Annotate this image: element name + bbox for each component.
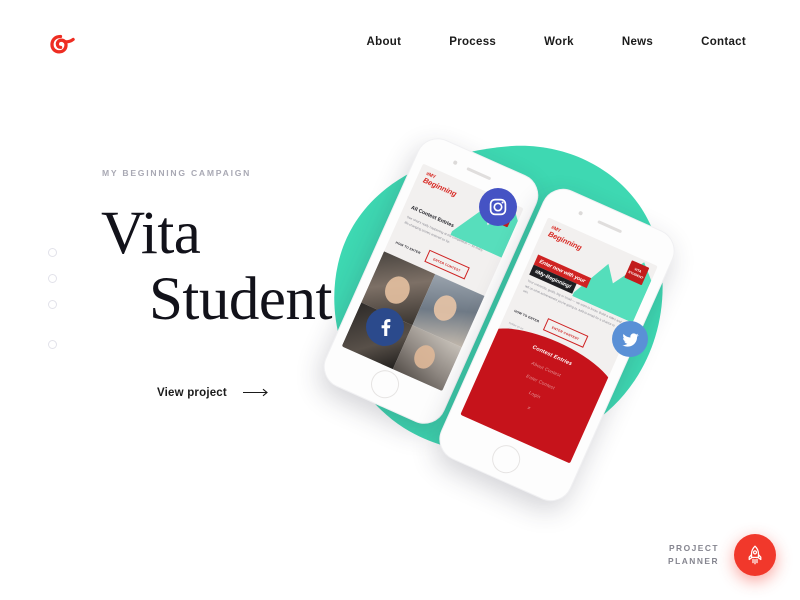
screen-menu-item-enter-contest[interactable]: Enter Contest [472,350,609,415]
nav-item-news[interactable]: News [622,30,653,54]
screen-brand-logo: #MY Beginning [546,225,585,253]
facebook-icon [381,319,391,336]
slide-dot-2[interactable] [48,274,57,283]
view-project-label: View project [157,386,227,399]
twitter-icon [621,332,639,347]
slide-dot-3[interactable] [48,300,57,309]
screen-logo-big: Beginning [546,229,583,253]
phone-speaker [597,220,623,234]
rocket-icon [748,545,762,565]
main-navigation: About Process Work News Contact [367,30,746,54]
nav-item-work[interactable]: Work [544,30,574,54]
phone-camera-icon [452,159,458,166]
phone-home-button [487,440,525,478]
social-bubble-facebook[interactable] [366,308,404,346]
brand-logo-icon [50,34,75,54]
social-bubble-twitter[interactable] [612,321,648,357]
slide-dot-1[interactable] [48,248,57,257]
hero-section: MY BEGINNING CAMPAIGN Vita Student View … [101,168,431,401]
project-planner-label-line-2: PLANNER [668,556,719,566]
nav-item-contact[interactable]: Contact [701,30,746,54]
project-planner-button[interactable] [734,534,776,576]
slide-dot-4[interactable] [48,340,57,349]
arrow-right-icon [242,389,268,397]
instagram-icon [489,198,507,216]
project-planner-label: PROJECT PLANNER [668,542,719,568]
social-bubble-instagram[interactable] [479,188,517,226]
view-project-button[interactable]: View project [157,387,271,399]
nav-item-about[interactable]: About [367,30,402,54]
hero-eyebrow: MY BEGINNING CAMPAIGN [102,168,252,178]
slide-indicator [48,248,57,349]
phone-camera-icon [578,210,584,216]
screen-brand-badge: VITA STUDENT [624,260,650,286]
phone-speaker [466,167,492,181]
project-planner-widget[interactable]: PROJECT PLANNER [668,534,776,576]
site-header: About Process Work News Contact [0,0,800,84]
brand-logo[interactable] [46,23,80,61]
project-planner-label-line-1: PROJECT [668,542,719,553]
nav-item-process[interactable]: Process [449,30,496,54]
hero-title-line-1: Vita [101,200,201,267]
screen-how-to-enter-button[interactable]: HOW TO ENTER [514,308,540,323]
